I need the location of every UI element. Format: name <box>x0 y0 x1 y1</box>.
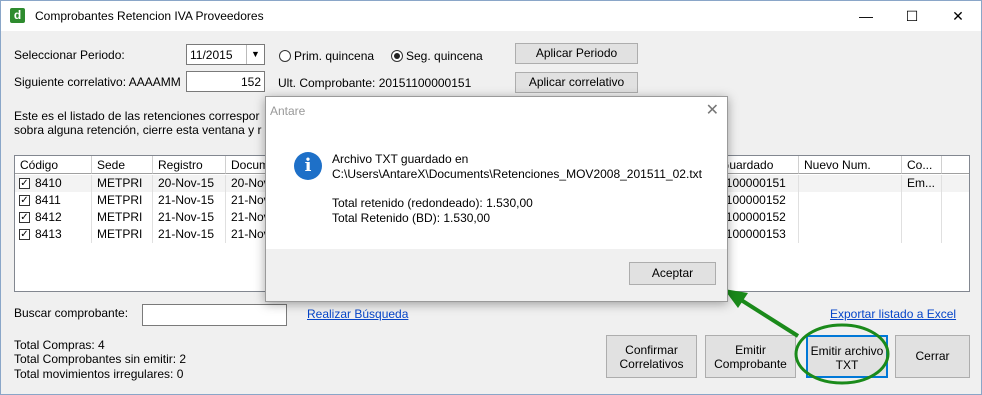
info-icon: i <box>294 152 322 180</box>
cell-sede: METPRI <box>92 192 153 209</box>
cell-registro: 21-Nov-15 <box>153 209 226 226</box>
cerrar-button[interactable]: Cerrar <box>895 335 970 378</box>
codigo-text: 8411 <box>35 193 61 207</box>
periodo-label: Seleccionar Periodo: <box>14 48 125 62</box>
cell-co <box>902 209 942 226</box>
emitir-archivo-txt-button[interactable]: Emitir archivo TXT <box>806 335 888 378</box>
dialog-title: Antare <box>270 104 306 118</box>
aplicar-periodo-button[interactable]: Aplicar Periodo <box>515 43 638 64</box>
cell-codigo: ✓ 8410 <box>15 175 92 192</box>
confirmar-label-1: Confirmar <box>625 343 678 357</box>
radio-seg-label: Seg. quincena <box>406 49 483 63</box>
total-irregulares: Total movimientos irregulares: 0 <box>14 367 184 381</box>
cell-nuevo-num <box>799 192 902 209</box>
aplicar-correlativo-button[interactable]: Aplicar correlativo <box>515 72 638 93</box>
radio-prim-label: Prim. quincena <box>294 49 375 63</box>
cell-codigo: ✓ 8412 <box>15 209 92 226</box>
correlativo-value: 152 <box>240 75 261 89</box>
column-header-sede[interactable]: Sede <box>92 156 153 174</box>
cell-nuevo-num <box>799 226 902 243</box>
total-compras: Total Compras: 4 <box>14 338 105 352</box>
exportar-excel-link[interactable]: Exportar listado a Excel <box>830 307 956 321</box>
column-header-co[interactable]: Co... <box>902 156 942 174</box>
radio-seg-quincena[interactable] <box>391 50 403 62</box>
minimize-button[interactable]: — <box>843 1 889 31</box>
column-header-filler <box>942 156 969 174</box>
column-header-registro[interactable]: Registro <box>153 156 226 174</box>
description-line-1: Este es el listado de las retenciones co… <box>14 109 260 123</box>
cell-codigo: ✓ 8411 <box>15 192 92 209</box>
row-checkbox[interactable]: ✓ <box>19 178 30 189</box>
cell-co: Em... <box>902 175 942 192</box>
window-title: Comprobantes Retencion IVA Proveedores <box>35 9 264 23</box>
cell-sede: METPRI <box>92 209 153 226</box>
cell-registro: 21-Nov-15 <box>153 192 226 209</box>
chevron-down-icon[interactable]: ▼ <box>246 45 264 64</box>
column-header-codigo[interactable]: Código <box>15 156 92 174</box>
cell-registro: 21-Nov-15 <box>153 226 226 243</box>
periodo-value: 11/2015 <box>190 48 233 62</box>
dialog-total-bd: Total Retenido (BD): 1.530,00 <box>332 211 491 225</box>
cell-nuevo-num <box>799 209 902 226</box>
total-sin-emitir: Total Comprobantes sin emitir: 2 <box>14 352 187 366</box>
periodo-select[interactable]: 11/2015 ▼ <box>186 44 265 65</box>
dialog-close-icon[interactable]: ✕ <box>706 100 719 120</box>
confirmar-correlativos-button[interactable]: Confirmar Correlativos <box>606 335 697 378</box>
emitir-comprobante-button[interactable]: Emitir Comprobante <box>705 335 796 378</box>
cell-codigo: ✓ 8413 <box>15 226 92 243</box>
column-header-nuevo-num[interactable]: Nuevo Num. <box>799 156 902 174</box>
correlativo-label: Siguiente correlativo: AAAAMM <box>14 75 181 89</box>
txt-label-2: TXT <box>835 358 859 372</box>
txt-label-1: Emitir archivo <box>810 344 884 358</box>
cell-sede: METPRI <box>92 175 153 192</box>
info-dialog: Antare ✕ i Archivo TXT guardado en C:\Us… <box>265 96 728 302</box>
codigo-text: 8413 <box>35 227 62 241</box>
realizar-busqueda-link[interactable]: Realizar Búsqueda <box>307 307 408 321</box>
cell-registro: 20-Nov-15 <box>153 175 226 192</box>
row-checkbox[interactable]: ✓ <box>19 195 30 206</box>
aceptar-button[interactable]: Aceptar <box>629 262 716 285</box>
correlativo-input[interactable]: 152 <box>186 71 265 92</box>
emitir-label-1: Emitir <box>735 343 766 357</box>
codigo-text: 8410 <box>35 176 62 190</box>
codigo-text: 8412 <box>35 210 62 224</box>
maximize-button[interactable]: ☐ <box>889 1 935 31</box>
dialog-total-redondeado: Total retenido (redondeado): 1.530,00 <box>332 196 533 210</box>
ult-comprobante: Ult. Comprobante: 20151100000151 <box>278 76 472 90</box>
description-line-2: sobra alguna retención, cierre esta vent… <box>14 123 262 137</box>
cell-nuevo-num <box>799 175 902 192</box>
app-icon: d <box>10 8 25 23</box>
row-checkbox[interactable]: ✓ <box>19 212 30 223</box>
close-window-button[interactable]: ✕ <box>935 1 981 31</box>
dialog-message-line-1: Archivo TXT guardado en <box>332 152 469 166</box>
search-label: Buscar comprobante: <box>14 306 129 320</box>
search-input[interactable] <box>142 304 287 326</box>
dialog-footer: Aceptar <box>266 249 727 301</box>
confirmar-label-2: Correlativos <box>619 357 684 371</box>
row-checkbox[interactable]: ✓ <box>19 229 30 240</box>
cell-sede: METPRI <box>92 226 153 243</box>
radio-prim-quincena[interactable] <box>279 50 291 62</box>
dialog-file-path: C:\Users\AntareX\Documents\Retenciones_M… <box>332 167 702 181</box>
title-bar: d Comprobantes Retencion IVA Proveedores… <box>1 1 981 31</box>
cell-co <box>902 226 942 243</box>
cell-co <box>902 192 942 209</box>
emitir-label-2: Comprobante <box>714 357 787 371</box>
